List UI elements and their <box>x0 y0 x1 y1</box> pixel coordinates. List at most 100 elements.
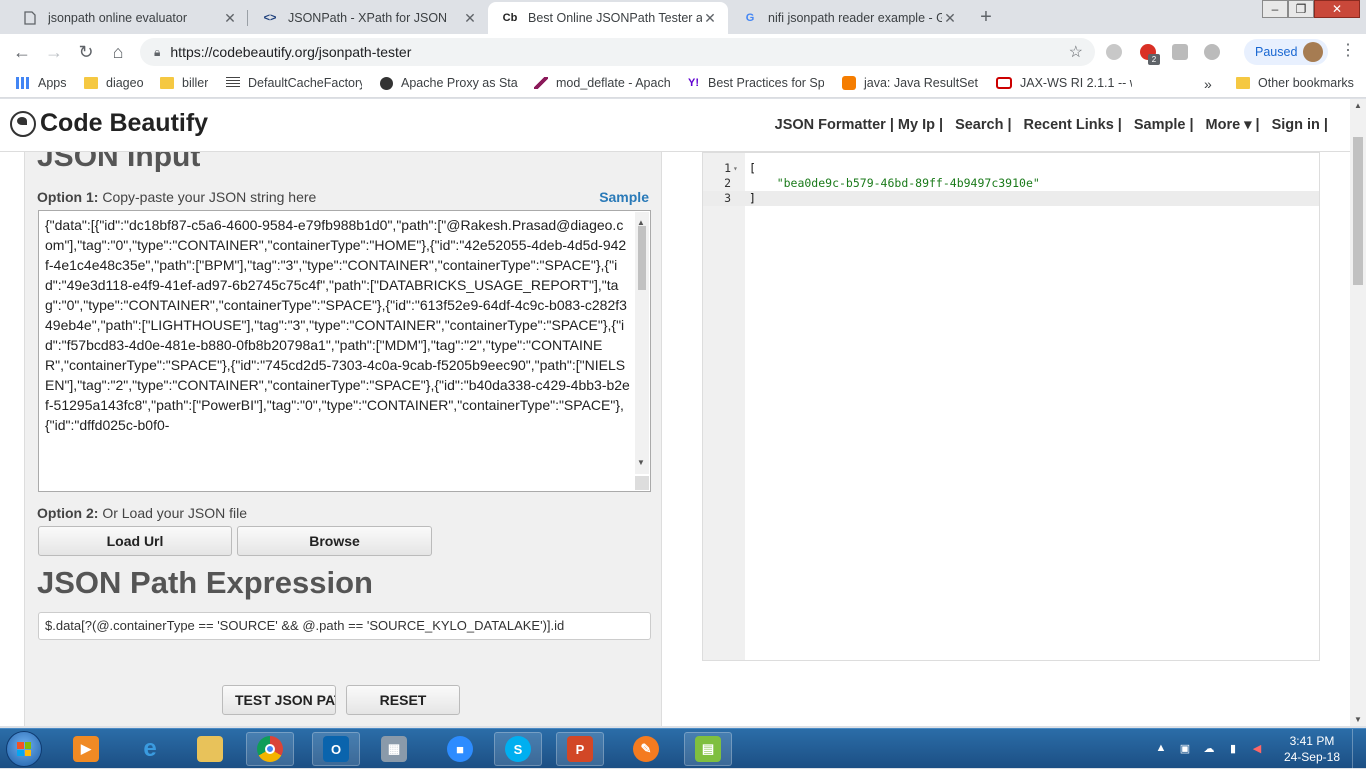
close-tab-icon[interactable]: ✕ <box>462 10 478 26</box>
reset-button[interactable]: RESET <box>346 685 460 715</box>
bookmark-label: DefaultCacheFactory <box>248 76 362 90</box>
code-icon: <> <box>263 12 277 24</box>
overflow-label: » <box>1204 76 1212 92</box>
taskbar-powerpoint[interactable]: P <box>556 732 604 766</box>
browse-button[interactable]: Browse <box>237 526 432 556</box>
maximize-button[interactable]: ❐ <box>1288 0 1314 18</box>
taskbar-media-player[interactable]: ▶ <box>62 732 110 766</box>
nav-recent-links[interactable]: Recent Links | <box>1024 117 1122 133</box>
taskbar-calculator[interactable]: ▦ <box>370 732 418 766</box>
option1-description: Copy-paste your JSON string here <box>102 189 317 205</box>
scrollbar-thumb[interactable] <box>638 226 646 290</box>
pen-icon: ✎ <box>633 736 659 762</box>
tab-nifi-google[interactable]: G nifi jsonpath reader example - Go ✕ <box>728 2 968 34</box>
apps-grid-icon <box>16 77 30 89</box>
bookmark-biller[interactable]: biller <box>160 76 208 90</box>
taskbar-pen-app[interactable]: ✎ <box>622 732 670 766</box>
taskbar-skype[interactable]: S <box>494 732 542 766</box>
bookmark-apps[interactable]: Apps <box>16 76 67 90</box>
json-path-heading: JSON Path Expression <box>37 565 373 600</box>
textarea-scrollbar[interactable]: ▲ ▼ <box>635 212 649 474</box>
test-json-path-button[interactable]: TEST JSON PATH <box>222 685 336 715</box>
taskbar-notepad-plus[interactable]: ▤ <box>684 732 732 766</box>
tab-jsonpath-online-evaluator[interactable]: jsonpath online evaluator ✕ <box>8 2 248 34</box>
json-input-panel: JSON Input Option 1: Copy-paste your JSO… <box>24 129 662 726</box>
taskbar-chrome[interactable] <box>246 732 294 766</box>
bookmark-jax-ws[interactable]: JAX-WS RI 2.1.1 -- ws <box>996 76 1132 90</box>
option2-text: Option 2: Or Load your JSON file <box>37 505 247 521</box>
minimize-button[interactable]: – <box>1262 0 1288 18</box>
scroll-down-arrow-icon[interactable]: ▼ <box>637 453 645 473</box>
bookmark-label: diageo <box>106 76 144 90</box>
taskbar-video-call[interactable]: ■ <box>436 732 484 766</box>
bookmark-best-practices[interactable]: Y! Best Practices for Spe <box>688 76 824 90</box>
chrome-menu-icon[interactable]: ⋮ <box>1340 42 1356 62</box>
forward-icon[interactable]: → <box>42 40 66 64</box>
scroll-up-arrow-icon[interactable]: ▲ <box>1354 101 1362 110</box>
bookmark-label: Apache Proxy as Stat <box>401 76 518 90</box>
tab-title: jsonpath online evaluator <box>48 11 187 25</box>
bookmark-other[interactable]: Other bookmarks <box>1236 76 1354 90</box>
fold-arrow-icon[interactable]: ▾ <box>733 161 738 176</box>
nav-json-formatter[interactable]: JSON Formatter | <box>775 117 894 133</box>
system-clock[interactable]: 3:41 PM 24-Sep-18 <box>1284 733 1340 765</box>
show-hidden-icons-arrow-icon[interactable]: ▲ <box>1154 742 1168 756</box>
json-input-textarea[interactable]: {"data":[{"id":"dc18bf87-c5a6-4600-9584-… <box>38 210 651 492</box>
code-text: ] <box>749 191 756 205</box>
nav-sample[interactable]: Sample | <box>1134 117 1194 133</box>
nav-sign-in[interactable]: Sign in | <box>1272 117 1328 133</box>
code-text: [ <box>749 161 756 175</box>
site-logo[interactable]: Code Beautify <box>10 109 208 138</box>
bookmark-label: Best Practices for Spe <box>708 76 824 90</box>
close-tab-icon[interactable]: ✕ <box>702 10 718 26</box>
site-header: Code Beautify JSON Formatter | My Ip | S… <box>0 99 1350 152</box>
calculator-icon: ▦ <box>381 736 407 762</box>
sample-link[interactable]: Sample <box>599 189 649 205</box>
usb-device-icon[interactable]: ▣ <box>1178 742 1192 756</box>
volume-muted-icon[interactable]: ◀ <box>1250 742 1264 756</box>
show-desktop-button[interactable] <box>1352 729 1366 769</box>
nav-more-dropdown[interactable]: More ▾ | <box>1206 117 1260 133</box>
home-icon[interactable]: ⌂ <box>106 40 130 64</box>
taskbar-internet-explorer[interactable]: e <box>126 732 174 766</box>
new-tab-button[interactable]: + <box>974 6 998 30</box>
extension-icon[interactable] <box>1204 44 1220 60</box>
bookmark-mod-deflate[interactable]: mod_deflate - Apach <box>534 76 670 90</box>
close-tab-icon[interactable]: ✕ <box>222 10 238 26</box>
extension-badge: 2 <box>1148 54 1160 65</box>
profile-button[interactable]: Paused <box>1244 39 1328 65</box>
load-url-button[interactable]: Load Url <box>38 526 232 556</box>
bookmark-apache-proxy[interactable]: Apache Proxy as Stat <box>380 76 518 90</box>
tab-jsonpath-xpath[interactable]: <> JSONPath - XPath for JSON ✕ <box>248 2 488 34</box>
taskbar-file-explorer[interactable] <box>186 732 234 766</box>
cloud-icon[interactable]: ☁ <box>1202 742 1216 756</box>
bookmark-java-resultset[interactable]: java: Java ResultSet M <box>842 76 982 90</box>
bookmarks-overflow-chevron[interactable]: » <box>1204 76 1212 92</box>
taskbar-outlook[interactable]: O <box>312 732 360 766</box>
nav-search[interactable]: Search | <box>955 117 1011 133</box>
back-icon[interactable]: ← <box>10 40 34 64</box>
line-number-gutter <box>703 153 745 660</box>
bookmark-diageo[interactable]: diageo <box>84 76 144 90</box>
tab-codebeautify[interactable]: Cb Best Online JSONPath Tester and ✕ <box>488 2 728 34</box>
page-scrollbar[interactable]: ▲ ▼ <box>1350 99 1366 726</box>
close-window-button[interactable]: ✕ <box>1314 0 1360 18</box>
bookmark-label: java: Java ResultSet M <box>864 76 982 90</box>
address-bar[interactable]: 🔒︎ https://codebeautify.org/jsonpath-tes… <box>140 38 1095 66</box>
bookmark-star-icon[interactable]: ☆ <box>1069 42 1083 62</box>
json-path-input[interactable]: $.data[?(@.containerType == 'SOURCE' && … <box>38 612 651 640</box>
extension-icon[interactable] <box>1172 44 1188 60</box>
resize-handle-icon[interactable] <box>635 476 649 490</box>
network-signal-icon[interactable]: ▮ <box>1226 742 1240 756</box>
bookmark-defaultcachefactory[interactable]: DefaultCacheFactory <box>226 76 362 90</box>
nav-my-ip[interactable]: My Ip | <box>898 117 943 133</box>
reload-icon[interactable]: ↻ <box>74 40 98 64</box>
scrollbar-thumb[interactable] <box>1353 137 1363 285</box>
scroll-down-arrow-icon[interactable]: ▼ <box>1354 715 1362 724</box>
ibm-icon <box>226 77 240 89</box>
start-button[interactable] <box>6 731 42 767</box>
close-tab-icon[interactable]: ✕ <box>942 10 958 26</box>
json-output-editor[interactable]: 1 ▾ [ 2 "bea0de9c-b579-46bd-89ff-4b9497c… <box>702 152 1320 661</box>
option2-label: Option 2: <box>37 505 99 521</box>
skype-extension-icon[interactable] <box>1106 44 1122 60</box>
